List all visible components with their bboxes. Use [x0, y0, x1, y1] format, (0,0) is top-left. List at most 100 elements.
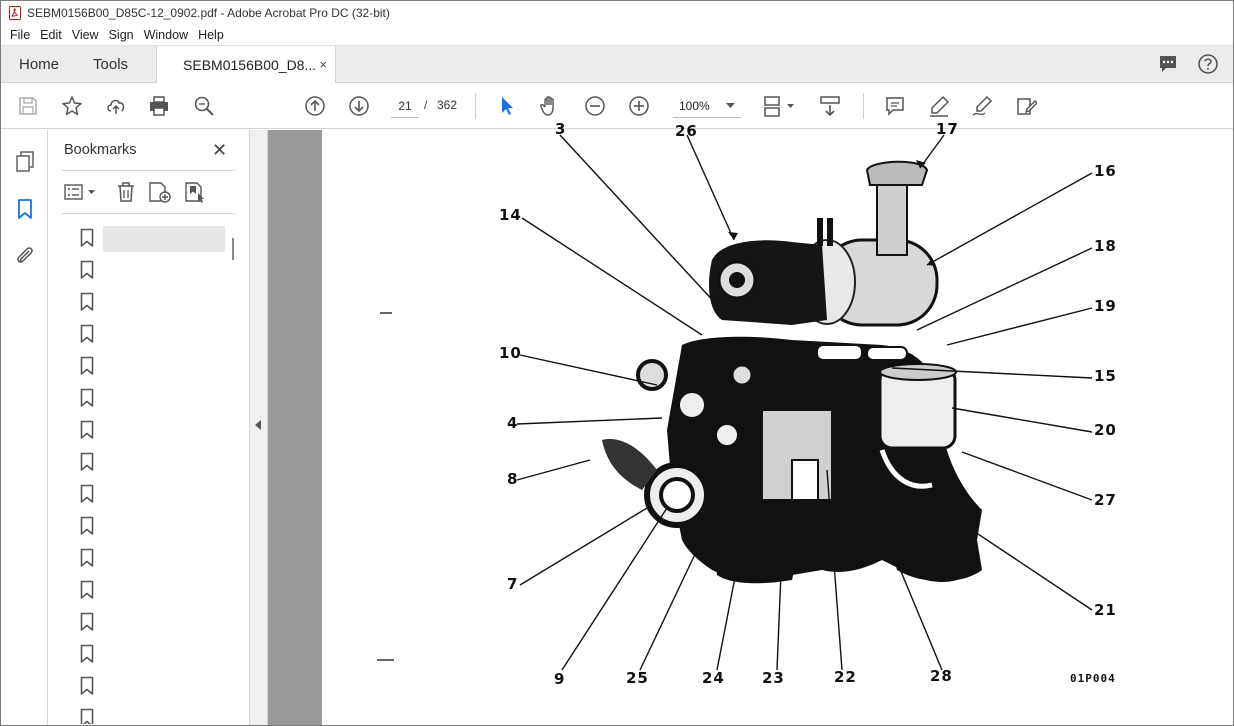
callout-label: 4 [507, 414, 519, 432]
page-thumbnails-icon[interactable] [14, 150, 36, 172]
zoom-out-icon[interactable] [584, 95, 606, 117]
bookmark-item[interactable] [48, 704, 238, 724]
title-bar: SEBM0156B00_D85C-12_0902.pdf - Adobe Acr… [1, 1, 1233, 25]
highlight-pen-icon[interactable] [928, 95, 950, 117]
callout-label: 25 [626, 669, 649, 687]
bookmark-item[interactable] [48, 640, 238, 672]
bookmark-ribbon-icon [80, 420, 94, 439]
document-gutter [268, 130, 322, 725]
menu-help[interactable]: Help [193, 28, 229, 42]
bookmarks-close-button[interactable]: ✕ [212, 140, 227, 161]
next-page-icon[interactable] [348, 95, 370, 117]
tab-document[interactable]: SEBM0156B00_D8... × [156, 46, 337, 83]
callout-label: 16 [1094, 162, 1117, 180]
tab-document-label: SEBM0156B00_D8... [183, 56, 317, 73]
new-bookmark-icon[interactable] [148, 181, 172, 203]
callout-label: 7 [507, 575, 519, 593]
bookmarks-panel-icon[interactable] [14, 198, 36, 220]
add-comment-icon[interactable] [884, 95, 906, 117]
navigation-rail [1, 130, 48, 725]
bookmark-ribbon-icon [80, 324, 94, 343]
page-separator: / [424, 98, 428, 112]
bookmark-item[interactable] [48, 384, 238, 416]
bookmark-item[interactable] [48, 256, 238, 288]
callout-label: 8 [507, 470, 519, 488]
panel-collapse-strip[interactable] [250, 130, 268, 725]
bookmark-star-icon[interactable] [61, 95, 83, 117]
callout-label: 21 [1094, 601, 1117, 619]
bookmarks-panel: Bookmarks ✕ [48, 130, 250, 725]
bookmark-item[interactable] [48, 416, 238, 448]
collapse-arrow-icon[interactable] [255, 420, 261, 430]
scroll-mode-icon[interactable] [819, 95, 841, 117]
menu-edit[interactable]: Edit [35, 28, 67, 42]
page-number-input[interactable] [391, 94, 419, 118]
zoom-level-dropdown[interactable]: 100% [673, 94, 741, 118]
callout-label: 18 [1094, 237, 1117, 255]
bookmarks-panel-title: Bookmarks [64, 142, 137, 158]
bookmark-item-label [103, 418, 225, 444]
menu-sign[interactable]: Sign [104, 28, 139, 42]
bookmark-item[interactable] [48, 544, 238, 576]
callout-label: 24 [702, 669, 725, 687]
bookmark-list-scrollbar[interactable] [232, 238, 234, 260]
tab-tools[interactable]: Tools [76, 46, 156, 82]
print-icon[interactable] [148, 95, 170, 117]
save-icon[interactable] [17, 95, 39, 117]
bookmark-list [48, 224, 238, 724]
bookmark-item[interactable] [48, 352, 238, 384]
help-icon[interactable] [1197, 53, 1219, 75]
bookmark-item-label [103, 226, 225, 252]
fill-sign-icon[interactable] [1015, 95, 1037, 117]
menu-file[interactable]: File [5, 28, 35, 42]
bookmark-ribbon-icon [80, 580, 94, 599]
bookmark-item[interactable] [48, 608, 238, 640]
bookmark-item[interactable] [48, 512, 238, 544]
bookmark-item[interactable] [48, 672, 238, 704]
bookmark-item[interactable] [48, 224, 238, 256]
bookmark-item[interactable] [48, 320, 238, 352]
zoom-level-value: 100% [679, 98, 710, 113]
attachments-paperclip-icon[interactable] [14, 244, 36, 266]
bookmark-ribbon-icon [80, 516, 94, 535]
callout-label: 15 [1094, 367, 1117, 385]
pdf-page: 3 26 17 16 14 18 19 10 15 4 20 8 27 7 21… [322, 120, 1233, 725]
panel-divider [62, 170, 236, 171]
hand-tool-icon[interactable] [539, 95, 561, 117]
comment-bubble-icon[interactable] [1157, 53, 1179, 75]
document-view[interactable]: 3 26 17 16 14 18 19 10 15 4 20 8 27 7 21… [268, 120, 1233, 725]
zoom-in-icon[interactable] [628, 95, 650, 117]
bookmark-item-label [103, 514, 225, 540]
bookmark-item[interactable] [48, 480, 238, 512]
bookmark-ribbon-icon [80, 484, 94, 503]
bookmark-item-label [103, 546, 225, 572]
tab-row-right-icons [1157, 53, 1219, 75]
bookmark-item-label [103, 642, 225, 668]
menu-window[interactable]: Window [139, 28, 193, 42]
select-cursor-icon[interactable] [496, 95, 518, 117]
callout-label: 20 [1094, 421, 1117, 439]
cloud-upload-icon[interactable] [105, 95, 127, 117]
bookmark-ribbon-icon [80, 292, 94, 311]
draw-freeform-icon[interactable] [971, 95, 993, 117]
bookmark-item[interactable] [48, 448, 238, 480]
menu-view[interactable]: View [67, 28, 104, 42]
previous-page-icon[interactable] [304, 95, 326, 117]
bookmark-item[interactable] [48, 576, 238, 608]
bookmark-item-label [103, 674, 225, 700]
bookmark-item-label [103, 450, 225, 476]
bookmark-ribbon-icon [80, 228, 94, 247]
acrobat-pdf-icon [9, 6, 21, 20]
bookmark-ribbon-icon [80, 356, 94, 375]
zoom-search-icon[interactable] [193, 95, 215, 117]
page-display-icon[interactable] [761, 95, 797, 117]
tab-home[interactable]: Home [1, 46, 76, 82]
bookmark-options-dropdown[interactable] [64, 181, 96, 203]
tab-close-button[interactable]: × [319, 57, 327, 72]
bookmark-item[interactable] [48, 288, 238, 320]
callout-label: 22 [834, 668, 857, 686]
callout-label: 28 [930, 667, 953, 685]
bookmark-item-label [103, 386, 225, 412]
delete-bookmark-icon[interactable] [116, 181, 136, 203]
bookmark-from-selection-icon[interactable] [184, 181, 208, 203]
